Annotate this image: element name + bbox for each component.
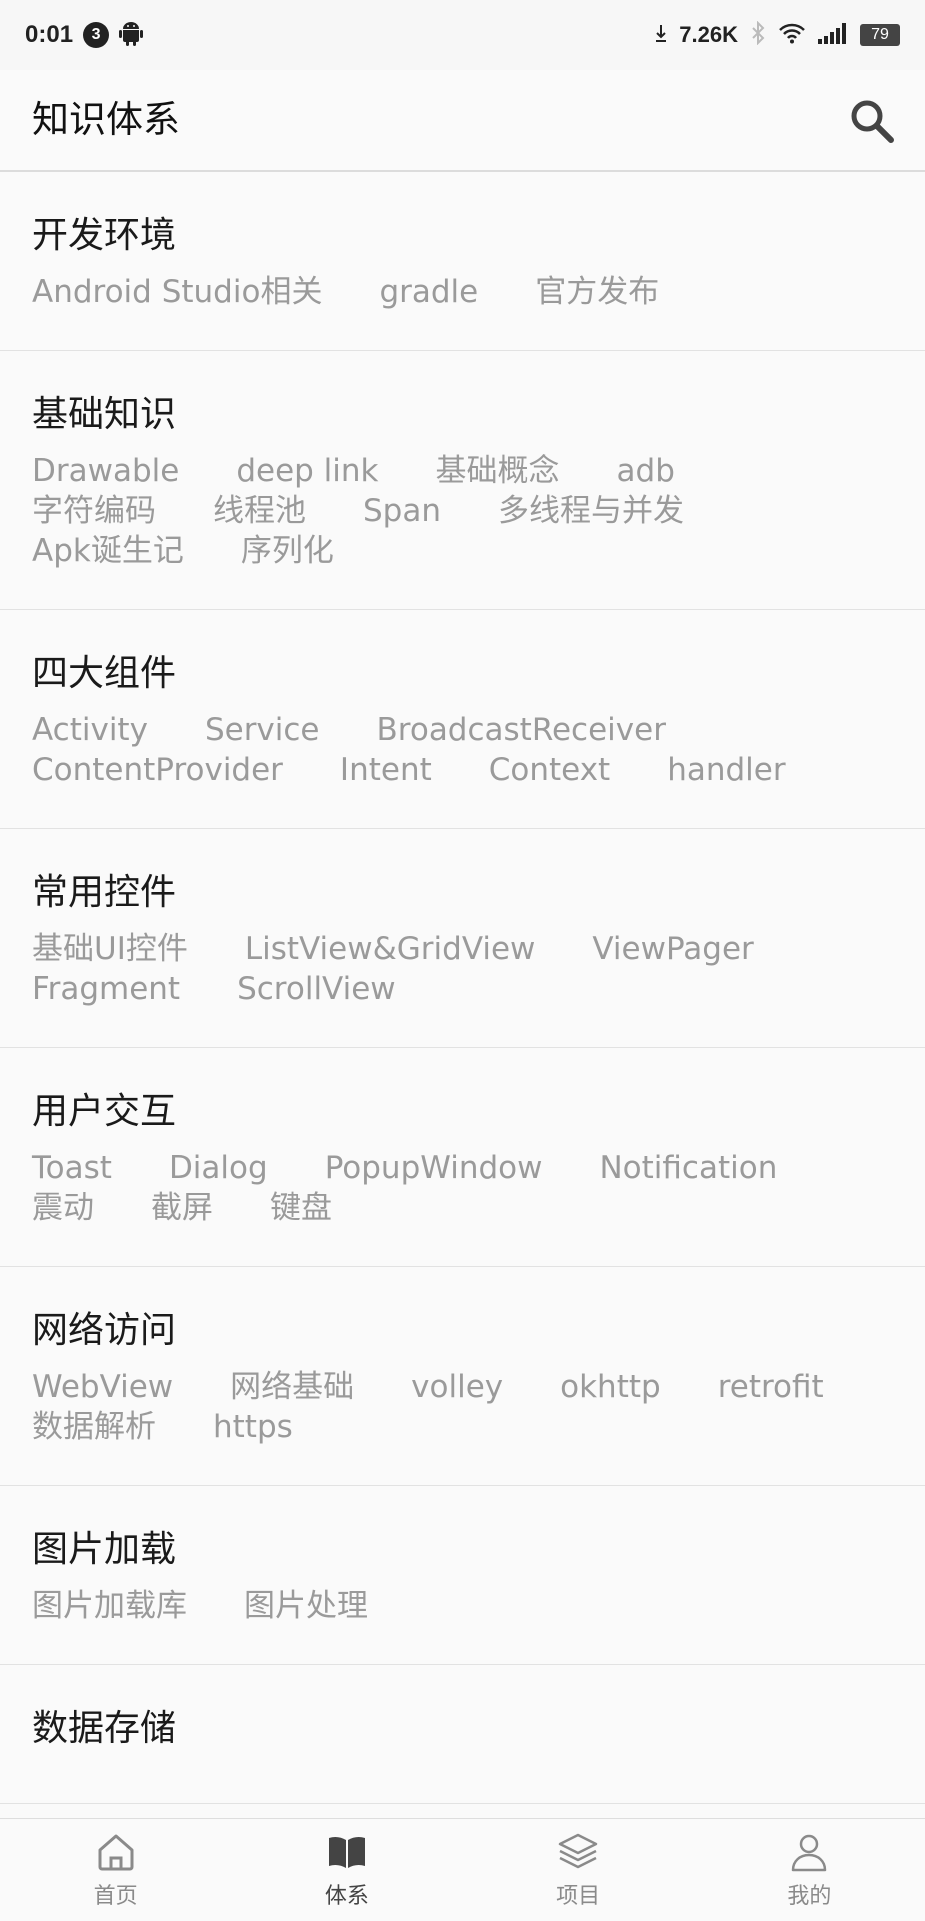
- category-tags: 图片加载库 图片处理: [32, 1586, 893, 1626]
- bluetooth-icon: [750, 20, 766, 49]
- category-tag[interactable]: ContentProvider: [32, 750, 283, 790]
- category-title: 图片加载: [32, 1529, 177, 1570]
- category-tag[interactable]: Context: [489, 750, 610, 790]
- category-list[interactable]: 开发环境 Android Studio相关 gradle 官方发布基础知识 Drawab…: [0, 172, 925, 1804]
- wifi-icon: [778, 22, 806, 48]
- category-tag[interactable]: adb: [617, 451, 675, 491]
- category-tag[interactable]: handler: [667, 750, 785, 790]
- category-tag[interactable]: ScrollView: [237, 969, 396, 1009]
- category-title: 网络访问: [32, 1310, 177, 1351]
- category-tag[interactable]: retrofit: [718, 1367, 824, 1407]
- nav-item-mine[interactable]: 我的: [694, 1819, 925, 1921]
- nav-label-system: 体系: [324, 1884, 369, 1909]
- category-item[interactable]: 常用控件基础UI控件 ListView&GridView ViewPager Frag…: [0, 829, 925, 1048]
- category-tag[interactable]: 线程池: [213, 491, 306, 531]
- category-tag[interactable]: 图片加载库: [32, 1586, 187, 1626]
- category-item[interactable]: 图片加载图片加载库 图片处理: [0, 1486, 925, 1665]
- category-tag[interactable]: 字符编码: [32, 491, 156, 531]
- category-item[interactable]: 用户交互 Toast Dialog PopupWindow Notification 震动…: [0, 1048, 925, 1267]
- status-bar: 0:01 3 7.26K 79: [0, 0, 925, 70]
- category-tag[interactable]: deep link: [236, 451, 378, 491]
- category-tag[interactable]: 键盘: [270, 1188, 332, 1228]
- category-tag[interactable]: ListView&GridView: [245, 929, 536, 969]
- download-arrow-icon: [655, 23, 667, 47]
- nav-item-home[interactable]: 首页: [0, 1819, 231, 1921]
- category-tag[interactable]: Fragment: [32, 969, 180, 1009]
- app-bar: 知识体系: [0, 70, 925, 172]
- category-title: 数据存储: [32, 1708, 177, 1749]
- layers-icon: [558, 1833, 598, 1869]
- category-title: 常用控件: [32, 872, 177, 913]
- category-tag[interactable]: volley: [411, 1367, 503, 1407]
- category-item[interactable]: 网络访问 WebView 网络基础 volley okhttp retrofit 数据解析 h…: [0, 1267, 925, 1486]
- battery-indicator: 79: [860, 24, 900, 46]
- category-tag[interactable]: https: [213, 1407, 293, 1447]
- home-icon: [98, 1834, 134, 1871]
- signal-icon: [818, 22, 848, 48]
- category-tag[interactable]: WebView: [32, 1367, 173, 1407]
- category-tag[interactable]: PopupWindow: [325, 1148, 543, 1188]
- category-tag[interactable]: okhttp: [560, 1367, 661, 1407]
- category-tag[interactable]: Toast: [32, 1148, 112, 1188]
- category-item[interactable]: 四大组件 Activity Service BroadcastReceiver Cont…: [0, 610, 925, 829]
- category-tags: Android Studio相关 gradle 官方发布: [32, 272, 893, 312]
- category-item[interactable]: 数据存储: [0, 1665, 925, 1804]
- book-icon: [328, 1836, 365, 1868]
- category-tag[interactable]: BroadcastReceiver: [377, 710, 666, 750]
- category-tag[interactable]: Dialog: [169, 1148, 268, 1188]
- android-icon: [119, 20, 144, 50]
- nav-label-mine: 我的: [787, 1884, 832, 1909]
- category-tag[interactable]: 序列化: [241, 531, 334, 571]
- category-tag[interactable]: Activity: [32, 710, 148, 750]
- category-tag[interactable]: ViewPager: [592, 929, 753, 969]
- category-title: 四大组件: [32, 653, 177, 694]
- category-tag[interactable]: 基础UI控件: [32, 929, 188, 969]
- category-tag[interactable]: Intent: [340, 750, 432, 790]
- category-tag[interactable]: 官方发布: [535, 272, 659, 312]
- category-tag[interactable]: Span: [363, 491, 441, 531]
- nav-item-system[interactable]: 体系: [231, 1819, 462, 1921]
- category-tag[interactable]: 截屏: [151, 1188, 213, 1228]
- category-tags: Toast Dialog PopupWindow Notification 震动 截屏 键盘: [32, 1148, 893, 1228]
- bottom-navigation: 首页 体系 项目 我的: [0, 1818, 925, 1921]
- category-tag[interactable]: 基础概念: [436, 451, 560, 491]
- user-icon: [792, 1834, 827, 1872]
- notification-count-badge: 3: [83, 22, 110, 48]
- category-tag[interactable]: 震动: [32, 1188, 94, 1228]
- category-tag[interactable]: Android Studio相关: [32, 272, 322, 312]
- category-tags: 基础UI控件 ListView&GridView ViewPager Fragment…: [32, 929, 893, 1009]
- category-tag[interactable]: 图片处理: [244, 1586, 368, 1626]
- category-title: 开发环境: [32, 215, 177, 256]
- category-item[interactable]: 开发环境 Android Studio相关 gradle 官方发布: [0, 172, 925, 351]
- category-title: 基础知识: [32, 394, 177, 435]
- network-speed: 7.26K: [679, 22, 738, 47]
- category-tags: WebView 网络基础 volley okhttp retrofit 数据解析 https: [32, 1367, 893, 1447]
- category-tags: Drawable deep link 基础概念 adb 字符编码 线程池 Span 多线程与并…: [32, 451, 893, 571]
- category-tags: Activity Service BroadcastReceiver ContentP…: [32, 710, 893, 790]
- nav-label-home: 首页: [93, 1884, 138, 1909]
- page-title: 知识体系: [32, 98, 180, 141]
- status-time: 0:01: [25, 21, 74, 48]
- category-title: 用户交互: [32, 1091, 177, 1132]
- search-icon: [851, 100, 894, 143]
- category-tag[interactable]: 多线程与并发: [498, 491, 684, 531]
- category-tag[interactable]: Notification: [599, 1148, 777, 1188]
- category-tag[interactable]: 网络基础: [230, 1367, 354, 1407]
- category-tag[interactable]: gradle: [379, 272, 478, 312]
- nav-item-projects[interactable]: 项目: [463, 1819, 694, 1921]
- nav-label-projects: 项目: [556, 1884, 601, 1909]
- category-tag[interactable]: Apk诞生记: [32, 531, 184, 571]
- category-tag[interactable]: Service: [205, 710, 320, 750]
- category-tag[interactable]: 数据解析: [32, 1407, 156, 1447]
- category-item[interactable]: 基础知识 Drawable deep link 基础概念 adb 字符编码 线程池 Span 多…: [0, 351, 925, 610]
- category-tag[interactable]: Drawable: [32, 451, 179, 491]
- search-button[interactable]: [847, 96, 897, 146]
